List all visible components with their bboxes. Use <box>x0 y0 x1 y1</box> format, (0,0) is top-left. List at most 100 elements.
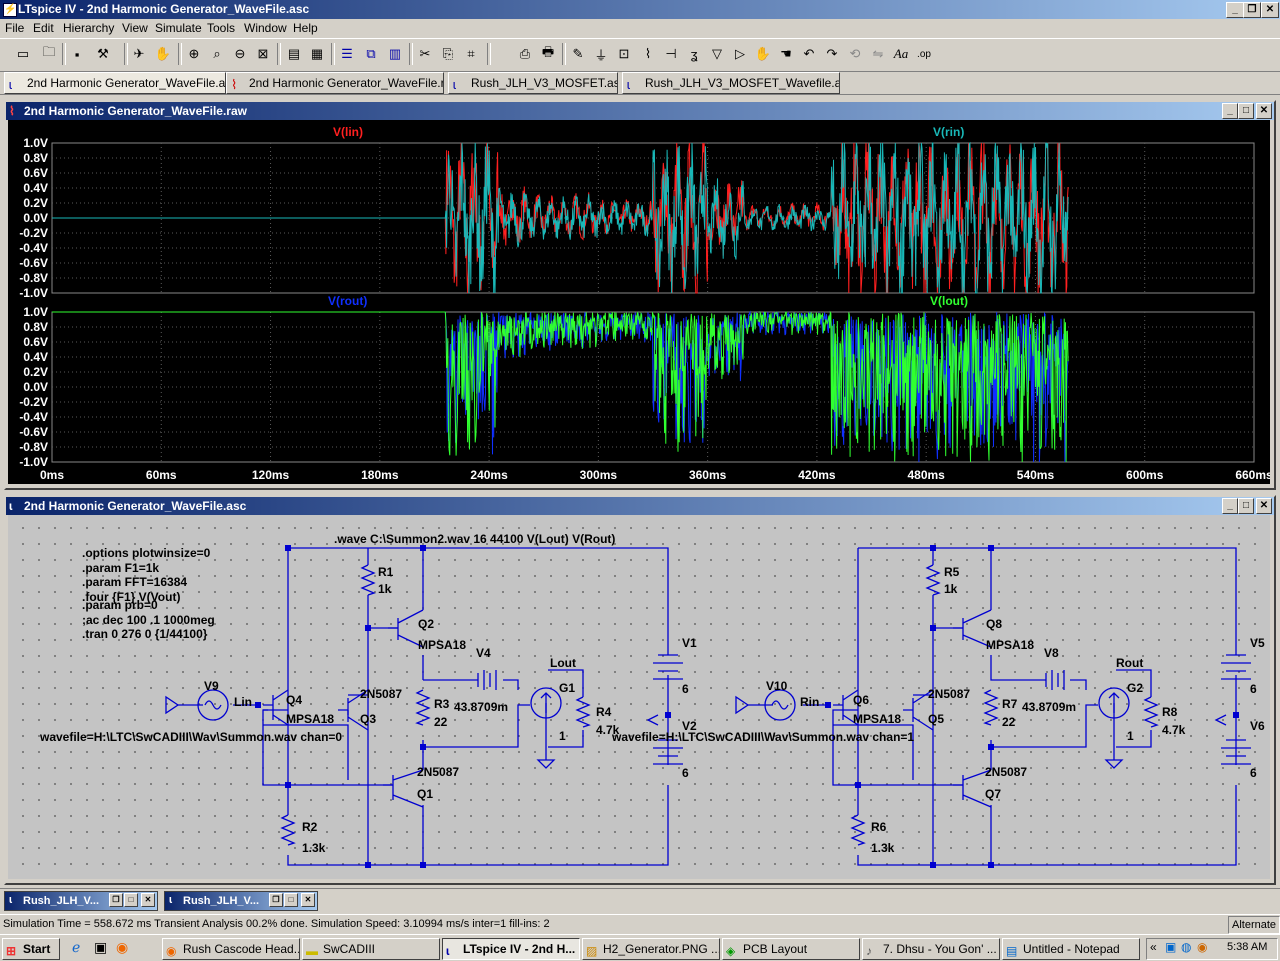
minimize-button[interactable]: _ <box>1222 498 1238 514</box>
label-r1[interactable]: R1 <box>378 565 393 579</box>
menu-file[interactable]: File <box>5 21 24 35</box>
label-q8[interactable]: Q8 <box>986 617 1002 631</box>
spice-directives[interactable]: .options plotwinsize=0 .param F1=1k .par… <box>82 546 215 642</box>
grid-icon[interactable]: ▦ <box>306 43 328 65</box>
label-v4[interactable]: V4 <box>476 646 491 660</box>
label-r3[interactable]: R3 <box>434 697 449 711</box>
label-r2[interactable]: R2 <box>302 820 317 834</box>
print-preview-icon[interactable]: ⎙ <box>514 43 536 65</box>
type-q7[interactable]: 2N5087 <box>985 765 1027 779</box>
value-g2[interactable]: 1 <box>1127 729 1134 743</box>
capacitor-icon[interactable]: ⊣ <box>660 43 682 65</box>
value-r7[interactable]: 22 <box>1002 715 1015 729</box>
menu-tools[interactable]: Tools <box>207 21 235 35</box>
value-v8[interactable]: 43.8709m <box>1022 700 1076 714</box>
task-h2-generator-png[interactable]: ▨ H2_Generator.PNG ... <box>582 938 720 960</box>
schematic-canvas[interactable]: .options plotwinsize=0 .param F1=1k .par… <box>8 515 1270 879</box>
label-q3[interactable]: Q3 <box>360 712 376 726</box>
label-v9[interactable]: V9 <box>204 679 219 693</box>
label-q2[interactable]: Q2 <box>418 617 434 631</box>
zoom-out-icon[interactable]: ⊖ <box>229 43 251 65</box>
task-rush-cascode[interactable]: ◉ Rush Cascode Head... <box>162 938 300 960</box>
redo-icon[interactable]: ↷ <box>821 43 843 65</box>
close-button[interactable]: ✕ <box>1261 2 1279 18</box>
task-ltspice[interactable]: ɩ LTspice IV - 2nd H... <box>442 938 580 960</box>
label-r4[interactable]: R4 <box>596 705 611 719</box>
zoom-in-icon[interactable]: ⊕ <box>183 43 205 65</box>
value-g1[interactable]: 1 <box>559 729 566 743</box>
tab-schematic-main[interactable]: ɩ 2nd Harmonic Generator_WaveFile.asc <box>4 72 226 94</box>
update-icon[interactable]: ◍ <box>1181 940 1191 954</box>
tab-rush-mosfet-wavefile[interactable]: ɩ Rush_JLH_V3_MOSFET_Wavefile.asc <box>622 72 840 94</box>
tile-horizontal-icon[interactable]: ☰ <box>336 43 358 65</box>
value-r3[interactable]: 22 <box>434 715 447 729</box>
value-r1[interactable]: 1k <box>378 582 391 596</box>
media-tray-icon[interactable]: ◉ <box>1197 940 1207 954</box>
close-button[interactable]: ✕ <box>1256 103 1272 119</box>
type-q3[interactable]: 2N5087 <box>360 687 402 701</box>
trace-label-vrout[interactable]: V(rout) <box>328 294 367 308</box>
wave-directive[interactable]: .wave C:\Summon2.wav 16 44100 V(Lout) V(… <box>334 532 615 546</box>
show-desktop-icon[interactable]: ▣ <box>94 939 107 956</box>
menu-view[interactable]: View <box>122 21 148 35</box>
pan-icon[interactable]: ✋ <box>152 43 174 65</box>
label-r7[interactable]: R7 <box>1002 697 1017 711</box>
label-v5[interactable]: V5 <box>1250 636 1265 650</box>
zoom-fit-icon[interactable]: ⊠ <box>252 43 274 65</box>
type-q5[interactable]: 2N5087 <box>928 687 970 701</box>
minimize-button[interactable]: _ <box>1226 2 1244 18</box>
label-v10[interactable]: V10 <box>766 679 787 693</box>
net-label-rin[interactable]: Rin <box>800 695 819 709</box>
waveform-plot-area[interactable]: 1.0V 0.8V 0.6V 0.4V 0.2V 0.0V -0.2V -0.4V -0.6V -… <box>8 120 1270 484</box>
menu-edit[interactable]: Edit <box>33 21 54 35</box>
open-icon[interactable]: 🗀 <box>38 43 60 65</box>
restore-button[interactable]: ❐ <box>269 893 283 907</box>
copy-icon[interactable]: ⎘ <box>437 43 459 65</box>
label-q5[interactable]: Q5 <box>928 712 944 726</box>
resistor-icon[interactable]: ⌇ <box>637 43 659 65</box>
value-r2[interactable]: 1.3k <box>302 841 325 855</box>
wavefile-left[interactable]: wavefile=H:\LTC\SwCADIII\Wav\Summon.wav … <box>40 730 342 744</box>
task-media-player[interactable]: ♪ 7. Dhsu - You Gon' ... <box>862 938 1000 960</box>
label-g1[interactable]: G1 <box>559 681 575 695</box>
label-r8[interactable]: R8 <box>1162 705 1177 719</box>
tab-rush-mosfet[interactable]: ɩ Rush_JLH_V3_MOSFET.asc <box>448 72 618 94</box>
type-q4[interactable]: MPSA18 <box>286 712 334 726</box>
menu-hierarchy[interactable]: Hierarchy <box>63 21 114 35</box>
menu-help[interactable]: Help <box>293 21 318 35</box>
network-icon[interactable]: ▣ <box>1165 940 1176 954</box>
inductor-icon[interactable]: ʓ <box>683 43 705 65</box>
value-v2[interactable]: 6 <box>682 766 689 780</box>
minimize-button[interactable]: _ <box>1222 103 1238 119</box>
label-v1[interactable]: V1 <box>682 636 697 650</box>
maximize-button[interactable]: □ <box>1238 103 1254 119</box>
trace-label-vrin[interactable]: V(rin) <box>933 125 964 139</box>
value-r5[interactable]: 1k <box>944 582 957 596</box>
minimized-window[interactable]: ɩ Rush_JLH_V... ❐ □ ✕ <box>4 891 158 911</box>
label-r5[interactable]: R5 <box>944 565 959 579</box>
run-icon[interactable]: ✈ <box>128 43 150 65</box>
value-v4[interactable]: 43.8709m <box>454 700 508 714</box>
net-label-lin[interactable]: Lin <box>234 695 252 709</box>
type-q6[interactable]: MPSA18 <box>853 712 901 726</box>
value-r6[interactable]: 1.3k <box>871 841 894 855</box>
ie-icon[interactable]: ℯ <box>72 939 80 956</box>
value-r8[interactable]: 4.7k <box>1162 723 1185 737</box>
spice-directive-icon[interactable]: .op <box>913 43 935 65</box>
wavefile-right[interactable]: wavefile=H:\LTC\SwCADIII\Wav\Summon.wav … <box>612 730 914 744</box>
start-button[interactable]: ⊞ Start <box>2 938 60 960</box>
net-label-rout[interactable]: Rout <box>1116 656 1143 670</box>
value-v5[interactable]: 6 <box>1250 682 1257 696</box>
draw-wire-icon[interactable]: ✎ <box>567 43 589 65</box>
component-icon[interactable]: ▷ <box>729 43 751 65</box>
label-q7[interactable]: Q7 <box>985 787 1001 801</box>
move-icon[interactable]: ✋ <box>752 43 774 65</box>
task-pcb-layout[interactable]: ◈ PCB Layout <box>722 938 860 960</box>
restore-button[interactable]: ❐ <box>109 893 123 907</box>
type-q2[interactable]: MPSA18 <box>418 638 466 652</box>
maximize-button[interactable]: □ <box>124 893 138 907</box>
undo-icon[interactable]: ↶ <box>798 43 820 65</box>
net-label-lout[interactable]: Lout <box>550 656 576 670</box>
restore-button[interactable]: ❐ <box>1243 2 1261 18</box>
mirror-icon[interactable]: ⇋ <box>867 43 889 65</box>
